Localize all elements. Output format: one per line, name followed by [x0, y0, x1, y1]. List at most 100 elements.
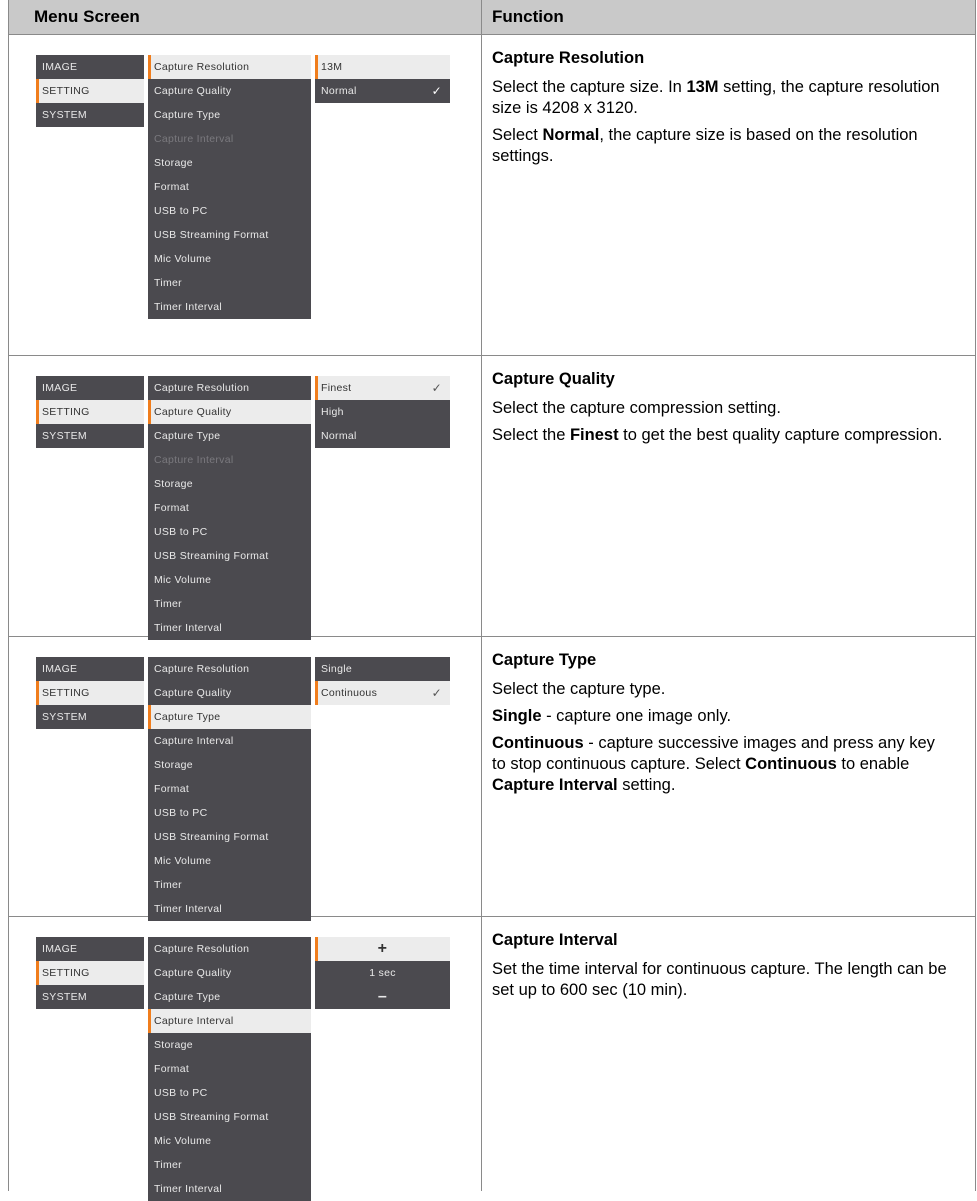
function-title: Capture Type: [492, 651, 597, 669]
menu-item-format[interactable]: Format: [148, 175, 311, 199]
menu-item-image[interactable]: IMAGE: [36, 657, 144, 681]
menu-option-list: 13M Normal ✓: [315, 55, 450, 103]
function-description: Capture Interval Set the time interval f…: [492, 929, 952, 1007]
increase-button[interactable]: +: [315, 937, 450, 961]
option-finest[interactable]: Finest ✓: [315, 376, 450, 400]
description-paragraph: Continuous - capture successive images a…: [492, 734, 935, 794]
menu-item-capture-resolution[interactable]: Capture Resolution: [148, 376, 311, 400]
description-paragraph: Select the capture compression setting.: [492, 399, 781, 417]
menu-item-capture-type[interactable]: Capture Type: [148, 424, 311, 448]
menu-option-list: Finest ✓ High Normal: [315, 376, 450, 448]
menu-item-capture-quality[interactable]: Capture Quality: [148, 961, 311, 985]
menu-item-usb-streaming-format[interactable]: USB Streaming Format: [148, 1105, 311, 1129]
menu-item-format[interactable]: Format: [148, 496, 311, 520]
option-single[interactable]: Single: [315, 657, 450, 681]
menu-item-usb-streaming-format[interactable]: USB Streaming Format: [148, 544, 311, 568]
menu-item-capture-interval: Capture Interval: [154, 133, 234, 145]
menu-item-system[interactable]: SYSTEM: [36, 705, 144, 729]
interval-value: 1 sec: [369, 967, 396, 979]
menu-item-usb-to-pc[interactable]: USB to PC: [148, 520, 311, 544]
menu-item-system[interactable]: SYSTEM: [36, 424, 144, 448]
menu-item-system[interactable]: SYSTEM: [36, 985, 144, 1009]
function-title: Capture Interval: [492, 931, 618, 949]
table-row-capture-interval: IMAGE SETTING SYSTEM Capture Resolution …: [9, 917, 975, 1201]
menu-item-format[interactable]: Format: [148, 1057, 311, 1081]
menu-item-image[interactable]: IMAGE: [36, 937, 144, 961]
menu-item-setting[interactable]: SETTING: [36, 400, 144, 424]
menu-setting-list: Capture Resolution Capture Quality Captu…: [148, 937, 311, 1201]
function-description: Capture Quality Select the capture compr…: [492, 368, 952, 452]
menu-item-storage[interactable]: Storage: [148, 472, 311, 496]
checkmark-icon: ✓: [431, 686, 442, 700]
option-label: Continuous: [321, 687, 378, 699]
decrease-button[interactable]: –: [315, 985, 450, 1009]
header-menu-screen: Menu Screen: [34, 7, 140, 26]
menu-item-timer-interval[interactable]: Timer Interval: [148, 295, 311, 319]
menu-item-capture-quality[interactable]: Capture Quality: [148, 681, 311, 705]
menu-item-timer[interactable]: Timer: [148, 873, 311, 897]
menu-item-storage[interactable]: Storage: [148, 753, 311, 777]
option-label: Finest: [321, 382, 352, 394]
description-paragraph: Select the Finest to get the best qualit…: [492, 426, 943, 444]
menu-item-timer[interactable]: Timer: [148, 592, 311, 616]
menu-item-capture-interval[interactable]: Capture Interval: [148, 1009, 311, 1033]
function-title: Capture Resolution: [492, 49, 645, 67]
menu-item-system[interactable]: SYSTEM: [36, 103, 144, 127]
menu-main-list: IMAGE SETTING SYSTEM: [36, 937, 144, 1009]
option-normal[interactable]: Normal: [315, 424, 450, 448]
menu-option-list: Single Continuous ✓: [315, 657, 450, 705]
menu-item-setting[interactable]: SETTING: [36, 961, 144, 985]
option-13m[interactable]: 13M: [315, 55, 450, 79]
menu-item-image[interactable]: IMAGE: [36, 55, 144, 79]
menu-main-list: IMAGE SETTING SYSTEM: [36, 657, 144, 729]
menu-item-format[interactable]: Format: [148, 777, 311, 801]
table-row-capture-resolution: IMAGE SETTING SYSTEM Capture Resolution …: [9, 35, 975, 355]
menu-setting-list: Capture Resolution Capture Quality Captu…: [148, 376, 311, 640]
menu-item-capture-resolution[interactable]: Capture Resolution: [148, 55, 311, 79]
menu-item-mic-volume[interactable]: Mic Volume: [148, 247, 311, 271]
function-title: Capture Quality: [492, 370, 615, 388]
menu-item-capture-quality[interactable]: Capture Quality: [148, 400, 311, 424]
menu-item-setting[interactable]: SETTING: [36, 79, 144, 103]
function-description: Capture Type Select the capture type. Si…: [492, 649, 952, 802]
menu-item-usb-streaming-format[interactable]: USB Streaming Format: [148, 223, 311, 247]
menu-setting-list: Capture Resolution Capture Quality Captu…: [148, 55, 311, 319]
option-normal[interactable]: Normal ✓: [315, 79, 450, 103]
menu-main-list: IMAGE SETTING SYSTEM: [36, 55, 144, 127]
menu-item-timer[interactable]: Timer: [148, 271, 311, 295]
description-paragraph: Select Normal, the capture size is based…: [492, 126, 918, 165]
menu-item-capture-resolution[interactable]: Capture Resolution: [148, 937, 311, 961]
header-function: Function: [492, 7, 564, 26]
table-row-capture-type: IMAGE SETTING SYSTEM Capture Resolution …: [9, 637, 975, 921]
menu-item-capture-quality[interactable]: Capture Quality: [148, 79, 311, 103]
description-paragraph: Select the capture type.: [492, 680, 666, 698]
menu-item-capture-type[interactable]: Capture Type: [148, 103, 311, 127]
menu-item-storage[interactable]: Storage: [148, 151, 311, 175]
menu-item-storage[interactable]: Storage: [148, 1033, 311, 1057]
option-continuous[interactable]: Continuous ✓: [315, 681, 450, 705]
menu-item-capture-type[interactable]: Capture Type: [148, 985, 311, 1009]
menu-item-capture-interval[interactable]: Capture Interval: [148, 729, 311, 753]
menu-item-timer[interactable]: Timer: [148, 1153, 311, 1177]
menu-item-setting[interactable]: SETTING: [36, 681, 144, 705]
option-high[interactable]: High: [315, 400, 450, 424]
menu-item-image[interactable]: IMAGE: [36, 376, 144, 400]
menu-item-usb-to-pc[interactable]: USB to PC: [148, 199, 311, 223]
checkmark-icon: ✓: [431, 381, 442, 395]
menu-item-capture-resolution[interactable]: Capture Resolution: [148, 657, 311, 681]
function-description: Capture Resolution Select the capture si…: [492, 47, 952, 173]
menu-item-mic-volume[interactable]: Mic Volume: [148, 1129, 311, 1153]
menu-setting-list: Capture Resolution Capture Quality Captu…: [148, 657, 311, 921]
description-paragraph: Single - capture one image only.: [492, 707, 732, 725]
menu-item-timer-interval[interactable]: Timer Interval: [148, 1177, 311, 1201]
menu-item-usb-to-pc[interactable]: USB to PC: [148, 1081, 311, 1105]
description-paragraph: Set the time interval for continuous cap…: [492, 960, 947, 999]
menu-item-usb-to-pc[interactable]: USB to PC: [148, 801, 311, 825]
menu-item-capture-type[interactable]: Capture Type: [148, 705, 311, 729]
table-row-capture-quality: IMAGE SETTING SYSTEM Capture Resolution …: [9, 356, 975, 640]
checkmark-icon: ✓: [431, 84, 442, 98]
menu-item-mic-volume[interactable]: Mic Volume: [148, 849, 311, 873]
menu-item-usb-streaming-format[interactable]: USB Streaming Format: [148, 825, 311, 849]
description-paragraph: Select the capture size. In 13M setting,…: [492, 78, 940, 117]
menu-item-mic-volume[interactable]: Mic Volume: [148, 568, 311, 592]
